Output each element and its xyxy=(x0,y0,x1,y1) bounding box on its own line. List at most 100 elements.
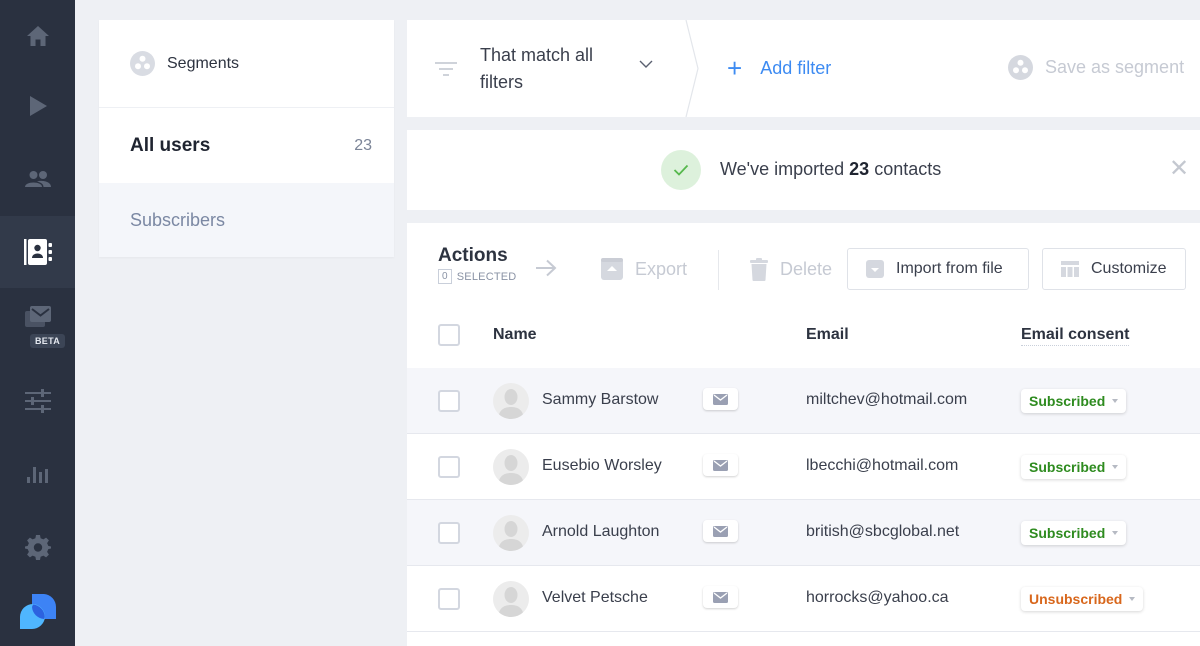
contact-email: horrocks@yahoo.ca xyxy=(806,589,949,606)
table-columns-icon xyxy=(1061,261,1079,277)
success-icon xyxy=(661,150,701,190)
envelope-icon xyxy=(713,459,728,471)
app-logo[interactable] xyxy=(0,576,75,646)
column-header-email-consent[interactable]: Email consent xyxy=(1021,326,1130,346)
column-header-name[interactable]: Name xyxy=(493,326,537,344)
avatar xyxy=(493,581,529,617)
filter-match-label: That match all filters xyxy=(480,44,594,92)
row-checkbox[interactable] xyxy=(438,456,460,478)
caret-down-icon xyxy=(1112,531,1119,535)
segments-panel: Segments All users 23 Subscribers xyxy=(99,20,394,257)
caret-down-icon xyxy=(1112,399,1119,403)
table-row[interactable]: Arnold Laughton british@sbcglobal.net Su… xyxy=(407,500,1200,566)
export-icon xyxy=(601,258,623,280)
caret-down-icon xyxy=(1112,465,1119,469)
notice-prefix: We've imported xyxy=(720,159,850,179)
segment-count: 23 xyxy=(354,136,372,154)
save-as-segment-label: Save as segment xyxy=(1045,57,1185,77)
notice-count: 23 xyxy=(849,159,870,179)
send-email-button[interactable] xyxy=(703,520,738,542)
contact-name[interactable]: Eusebio Worsley xyxy=(542,457,662,475)
notice-suffix: contacts xyxy=(869,159,942,179)
send-email-button[interactable] xyxy=(703,388,738,410)
nav-item-reports[interactable] xyxy=(0,438,75,510)
nav-item-contacts[interactable] xyxy=(0,216,75,288)
nav-item-settings[interactable] xyxy=(0,511,75,583)
consent-status: Subscribed xyxy=(1029,393,1106,409)
export-label: Export xyxy=(635,258,688,279)
caret-down-icon xyxy=(1129,597,1136,601)
add-filter-button[interactable]: + Add filter xyxy=(727,55,831,81)
delete-label: Delete xyxy=(780,259,833,279)
play-icon xyxy=(29,96,47,116)
import-icon xyxy=(866,260,884,278)
trash-icon xyxy=(750,258,768,281)
table-header: Name Email Email consent xyxy=(407,311,1200,368)
nav-item-play[interactable] xyxy=(0,70,75,142)
selected-label: SELECTED xyxy=(456,270,517,283)
envelope-icon xyxy=(713,393,728,405)
consent-status: Subscribed xyxy=(1029,525,1106,541)
sliders-icon xyxy=(24,389,51,413)
nav-item-campaigns[interactable]: BETA xyxy=(0,288,75,360)
save-as-segment-button[interactable]: Save as segment xyxy=(1008,55,1184,80)
envelope-icon xyxy=(713,591,728,603)
contact-email: british@sbcglobal.net xyxy=(806,523,960,540)
beta-badge: BETA xyxy=(30,334,66,348)
brand-logo-icon xyxy=(19,594,56,630)
consent-status: Subscribed xyxy=(1029,459,1106,475)
import-notice: We've imported 23 contacts ✕ xyxy=(407,130,1200,210)
email-consent-dropdown[interactable]: Subscribed xyxy=(1021,521,1127,545)
arrow-right-icon xyxy=(536,259,557,277)
home-icon xyxy=(26,26,49,46)
send-email-button[interactable] xyxy=(703,586,738,608)
contact-email: lbecchi@hotmail.com xyxy=(806,457,959,474)
row-checkbox[interactable] xyxy=(438,588,460,610)
contact-name[interactable]: Sammy Barstow xyxy=(542,391,658,409)
delete-button[interactable]: Delete xyxy=(750,258,832,281)
filter-icon xyxy=(435,61,457,76)
envelope-icon xyxy=(713,525,728,537)
nav-item-sliders[interactable] xyxy=(0,365,75,437)
email-consent-dropdown[interactable]: Unsubscribed xyxy=(1021,587,1144,611)
table-row[interactable]: Eusebio Worsley lbecchi@hotmail.com Subs… xyxy=(407,434,1200,500)
email-consent-dropdown[interactable]: Subscribed xyxy=(1021,389,1127,413)
customize-button[interactable]: Customize xyxy=(1042,248,1186,290)
consent-status: Unsubscribed xyxy=(1029,591,1123,607)
actions-group: Actions 0 SELECTED xyxy=(438,245,516,284)
bar-chart-icon xyxy=(26,467,48,483)
segments-header[interactable]: Segments xyxy=(99,20,394,108)
actions-title: Actions xyxy=(438,245,508,266)
filter-match-dropdown[interactable]: That match all filters xyxy=(407,20,692,117)
nav-rail: BETA xyxy=(0,0,75,646)
segment-label: All users xyxy=(130,134,211,156)
row-checkbox[interactable] xyxy=(438,390,460,412)
contacts-book-icon xyxy=(23,239,52,265)
select-all-checkbox[interactable] xyxy=(438,324,460,346)
import-from-file-button[interactable]: Import from file xyxy=(847,248,1029,290)
email-consent-dropdown[interactable]: Subscribed xyxy=(1021,455,1127,479)
nav-item-home[interactable] xyxy=(0,0,75,72)
segments-title: Segments xyxy=(167,54,240,72)
segment-item-all-users[interactable]: All users 23 xyxy=(99,108,394,183)
import-notice-message: We've imported 23 contacts xyxy=(720,159,941,180)
import-label: Import from file xyxy=(896,260,1003,277)
people-icon xyxy=(24,171,51,187)
contacts-card: Actions 0 SELECTED Export Delete Import … xyxy=(407,223,1200,646)
avatar xyxy=(493,515,529,551)
contact-name[interactable]: Arnold Laughton xyxy=(542,523,659,541)
avatar xyxy=(493,449,529,485)
column-header-email[interactable]: Email xyxy=(806,326,849,344)
table-row[interactable]: Sammy Barstow miltchev@hotmail.com Subsc… xyxy=(407,368,1200,434)
contact-name[interactable]: Velvet Petsche xyxy=(542,589,648,607)
export-button[interactable]: Export xyxy=(601,258,687,280)
segments-icon xyxy=(130,51,155,76)
send-email-button[interactable] xyxy=(703,454,738,476)
table-row[interactable]: Velvet Petsche horrocks@yahoo.ca Unsubsc… xyxy=(407,566,1200,632)
divider xyxy=(718,250,719,290)
close-icon[interactable]: ✕ xyxy=(1169,157,1189,181)
nav-item-people[interactable] xyxy=(0,143,75,215)
segments-icon xyxy=(1008,55,1033,80)
segment-item-subscribers[interactable]: Subscribers xyxy=(99,183,394,257)
row-checkbox[interactable] xyxy=(438,522,460,544)
